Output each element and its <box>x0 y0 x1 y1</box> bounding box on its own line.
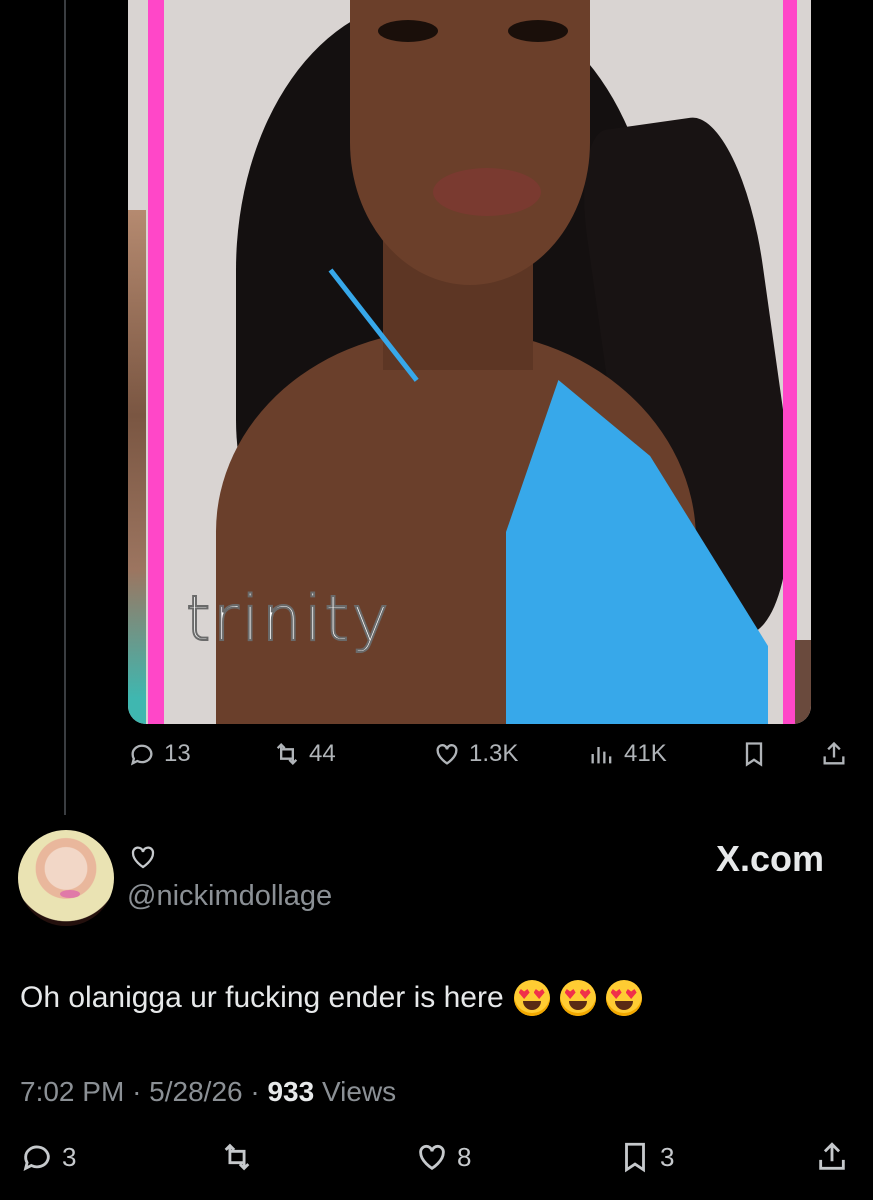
lips <box>433 168 541 216</box>
image-caption: trinity <box>185 581 392 656</box>
reply-icon <box>23 1145 50 1171</box>
bookmark-icon <box>745 742 763 767</box>
meta-separator: · <box>250 1076 260 1107</box>
bookmark-icon <box>625 1142 645 1173</box>
eye-left <box>378 20 438 42</box>
like-count: 1.3K <box>469 740 519 767</box>
reply-icon <box>130 744 153 766</box>
reply-button[interactable]: 13 <box>128 740 191 768</box>
heart-eyes-emoji <box>605 980 642 1016</box>
avatar[interactable] <box>18 830 114 926</box>
share-button[interactable] <box>815 1140 849 1174</box>
repost-button[interactable] <box>220 1140 254 1174</box>
post-meta: 7:02 PM · 5/28/26 · 933 Views <box>20 1076 396 1108</box>
meta-separator: · <box>132 1076 142 1107</box>
tattoo-arm-left <box>128 210 146 724</box>
reply-count: 13 <box>164 740 191 767</box>
pink-border-left <box>148 0 164 724</box>
like-icon <box>436 744 458 765</box>
repost-count: 44 <box>309 740 336 767</box>
like-button[interactable]: 8 <box>415 1140 471 1174</box>
bookmark-count: 3 <box>660 1141 675 1172</box>
eye-right <box>508 20 568 42</box>
eyes <box>378 20 568 50</box>
reply-text-content: Oh olanigga ur fucking ender is here <box>20 981 504 1014</box>
avatar-lips <box>60 890 80 898</box>
share-icon <box>819 1142 845 1170</box>
repost-icon <box>224 1143 250 1171</box>
bookmark-button[interactable] <box>740 740 768 768</box>
like-button[interactable]: 1.3K <box>433 740 518 768</box>
views-button[interactable]: 41K <box>588 740 667 768</box>
post-action-bar: 13 44 1.3K 41K <box>128 740 858 780</box>
tattoo-arm-right <box>795 640 811 724</box>
views-total: 933 <box>267 1076 315 1107</box>
heart-outline-icon <box>131 846 155 869</box>
thread-line <box>64 0 66 815</box>
share-icon <box>823 741 845 765</box>
reply-count: 3 <box>62 1141 77 1172</box>
views-icon <box>591 747 612 764</box>
heart-eyes-emoji <box>559 980 596 1016</box>
reply-action-bar: 3 8 3 <box>20 1140 860 1184</box>
x-watermark: X.com <box>716 838 825 879</box>
user-handle[interactable]: @nickimdollage <box>127 880 332 913</box>
post-time[interactable]: 7:02 PM <box>20 1076 124 1107</box>
repost-icon <box>276 743 298 765</box>
reply-button[interactable]: 3 <box>20 1140 76 1174</box>
share-button[interactable] <box>820 740 848 768</box>
like-count: 8 <box>457 1141 472 1172</box>
post-date[interactable]: 5/28/26 <box>149 1076 242 1107</box>
views-label: Views <box>321 1076 397 1107</box>
repost-button[interactable]: 44 <box>273 740 336 768</box>
pink-border-right <box>783 0 797 724</box>
heart-eyes-emoji <box>513 980 550 1016</box>
views-count: 41K <box>624 740 667 767</box>
reply-text: Oh olanigga ur fucking ender is here <box>20 980 642 1016</box>
bookmark-button[interactable]: 3 <box>618 1140 674 1174</box>
post-image[interactable]: trinity <box>128 0 811 724</box>
like-icon <box>419 1144 445 1171</box>
